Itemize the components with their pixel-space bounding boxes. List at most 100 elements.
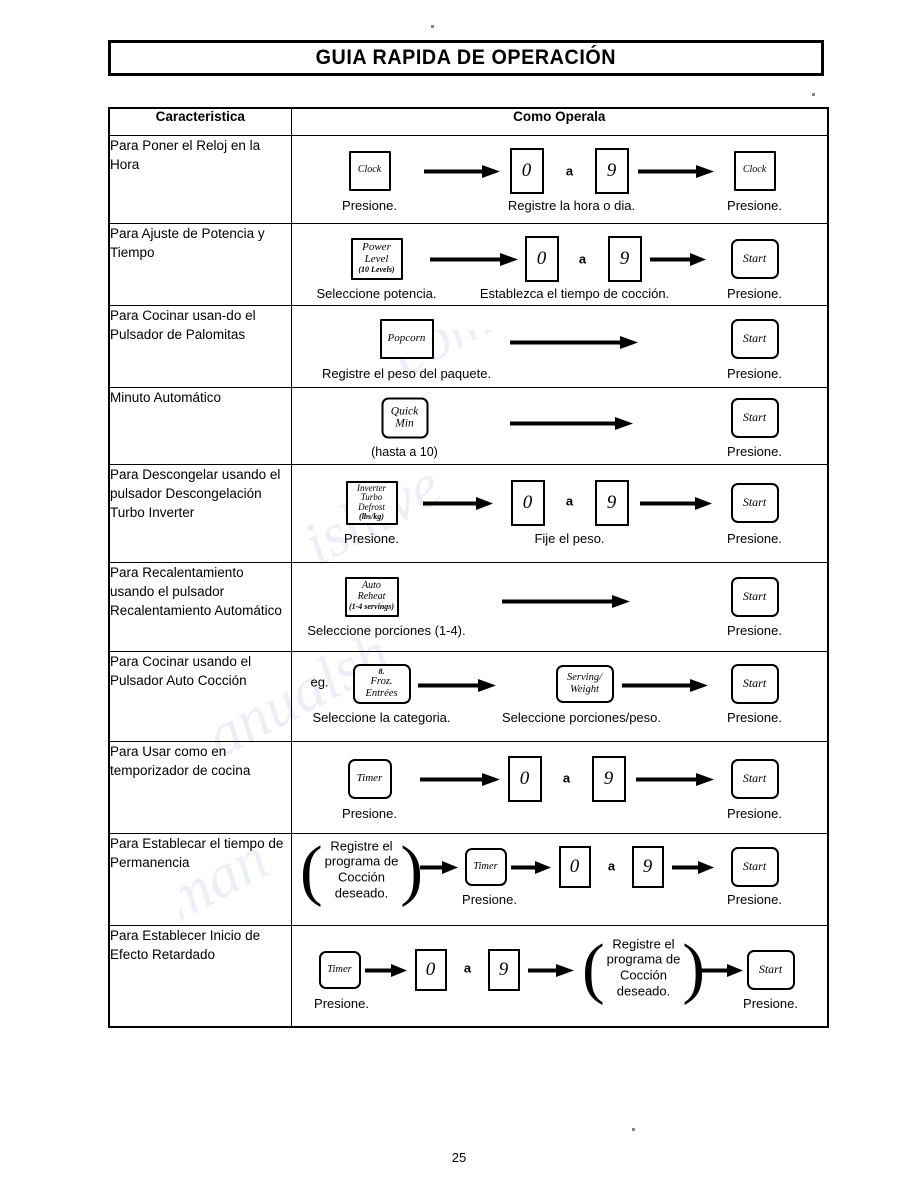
how-to-cell: Clock Presione. 0 a 9 Registre la hora o xyxy=(290,134,829,224)
step-caption: Presione. xyxy=(727,365,782,381)
step-flow: Power Level (10 Levels) Seleccione poten… xyxy=(292,224,828,305)
start-key[interactable]: Start xyxy=(730,576,779,617)
arrow-right-icon xyxy=(509,335,640,349)
arrow-right-icon xyxy=(423,164,502,178)
digit-key-to[interactable]: 9 xyxy=(594,147,629,194)
feature-label: Para Usar como en temporizador de cocina xyxy=(108,740,292,834)
start-key[interactable]: Start xyxy=(730,482,779,523)
arrow-right-icon xyxy=(417,678,498,692)
table-row: Para Cocinar usan-do el Pulsador de Palo… xyxy=(108,304,829,388)
step-caption: Seleccione la categoria. xyxy=(312,709,451,725)
digit-key-to[interactable]: 9 xyxy=(487,948,520,991)
quick-min-key[interactable]: Quick Min xyxy=(381,397,428,438)
arrow-right-icon xyxy=(419,860,460,874)
step-caption: Presione. xyxy=(727,622,782,638)
feature-label: Para Cocinar usan-do el Pulsador de Palo… xyxy=(108,304,292,388)
range-separator: a xyxy=(463,960,472,975)
how-to-cell: Timer Presione. 0 a 9 xyxy=(290,740,829,834)
column-header-feature: Caracteristica xyxy=(108,107,292,136)
range-separator: a xyxy=(562,770,571,785)
digit-key-to[interactable]: 9 xyxy=(631,845,664,888)
table-header-row: Caracteristica Como Operala xyxy=(108,107,829,136)
arrow-right-icon xyxy=(527,963,576,977)
arrow-right-icon xyxy=(621,678,710,692)
digit-key-to[interactable]: 9 xyxy=(607,235,642,282)
step-flow: Quick Min (hasta a 10) Start Presione. xyxy=(292,388,828,464)
clock-key[interactable]: Clock xyxy=(348,150,391,191)
example-label: eg. xyxy=(310,674,329,689)
clock-key[interactable]: Clock xyxy=(733,150,776,191)
digit-key-from[interactable]: 0 xyxy=(510,479,545,526)
serving-weight-key[interactable]: Serving/ Weight xyxy=(555,664,614,703)
frozen-entrees-key[interactable]: 8. Froz. Entrées xyxy=(352,663,411,704)
arrow-right-icon xyxy=(364,963,409,977)
timer-key[interactable]: Timer xyxy=(318,950,361,989)
start-key[interactable]: Start xyxy=(730,663,779,704)
paren-open-icon: ( xyxy=(581,929,605,1006)
timer-key[interactable]: Timer xyxy=(464,847,507,886)
range-separator: a xyxy=(578,251,587,266)
digit-key-from[interactable]: 0 xyxy=(509,147,544,194)
arrow-right-icon xyxy=(637,164,716,178)
start-key[interactable]: Start xyxy=(730,846,779,887)
digit-key-from[interactable]: 0 xyxy=(524,235,559,282)
step-flow: Popcorn Registre el peso del paquete. St… xyxy=(292,306,828,387)
start-key[interactable]: Start xyxy=(730,397,779,438)
feature-label: Para Ajuste de Potencia y Tiempo xyxy=(108,222,292,306)
auto-reheat-key[interactable]: Auto Reheat (1-4 servings) xyxy=(344,576,399,617)
cooking-program-bubble: ( Registre el programa de Cocción deseado. … xyxy=(581,929,705,1006)
step-flow: Timer Presione. 0 a 9 xyxy=(292,742,828,833)
power-level-key[interactable]: Power Level (10 Levels) xyxy=(350,237,403,280)
arrow-right-icon xyxy=(422,496,495,510)
page-title: GUIA RAPIDA DE OPERACIÓN xyxy=(315,46,617,69)
how-to-cell: ( Registre el programa de Cocción deseado. … xyxy=(290,832,829,926)
feature-label: Para Poner el Reloj en la Hora xyxy=(108,134,292,224)
scan-speck xyxy=(812,93,815,96)
column-header-how: Como Operala xyxy=(290,107,829,136)
range-separator: a xyxy=(565,163,574,178)
arrow-right-icon xyxy=(639,496,714,510)
step-caption: Presione. xyxy=(344,530,399,546)
feature-label: Para Cocinar usando el Pulsador Auto Coc… xyxy=(108,650,292,742)
start-key[interactable]: Start xyxy=(730,318,779,359)
step-caption: Presione. xyxy=(727,285,782,301)
arrow-right-icon xyxy=(671,860,716,874)
timer-key[interactable]: Timer xyxy=(347,758,392,799)
feature-label: Para Recalentamiento usando el pulsador … xyxy=(108,561,292,652)
inverter-turbo-defrost-key[interactable]: Inverter Turbo Defrost (lbs/kg) xyxy=(345,480,398,525)
arrow-right-icon xyxy=(649,252,708,266)
how-to-cell: eg. 8. Froz. Entrées Seleccione la categ… xyxy=(290,650,829,742)
table-row: Para Cocinar usando el Pulsador Auto Coc… xyxy=(108,650,829,742)
arrow-right-icon xyxy=(429,252,520,266)
step-caption: Establezca el tiempo de cocción. xyxy=(479,285,670,301)
step-caption: Presione. xyxy=(727,805,782,821)
start-key[interactable]: Start xyxy=(746,949,795,990)
step-caption: Fije el peso. xyxy=(534,530,605,546)
step-flow: Inverter Turbo Defrost (lbs/kg) Presione… xyxy=(292,465,828,562)
step-caption: Presione. xyxy=(727,197,782,213)
digit-key-to[interactable]: 9 xyxy=(591,755,626,802)
digit-key-from[interactable]: 0 xyxy=(414,948,447,991)
arrow-right-icon xyxy=(509,416,635,430)
step-caption: Presione. xyxy=(314,995,369,1011)
start-key[interactable]: Start xyxy=(730,758,779,799)
start-key[interactable]: Start xyxy=(730,238,779,279)
feature-label: Minuto Automático xyxy=(108,386,292,465)
digit-key-from[interactable]: 0 xyxy=(558,845,591,888)
scan-speck xyxy=(431,25,434,28)
digit-key-to[interactable]: 9 xyxy=(594,479,629,526)
digit-key-from[interactable]: 0 xyxy=(507,755,542,802)
page-number: 25 xyxy=(451,1150,467,1165)
step-caption: Seleccione potencia. xyxy=(316,285,437,301)
range-separator: a xyxy=(565,493,574,508)
step-caption: Seleccione porciones (1-4). xyxy=(307,622,466,638)
table-row: Para Recalentamiento usando el pulsador … xyxy=(108,561,829,652)
step-caption: Presione. xyxy=(462,891,517,907)
step-caption: Registre el peso del paquete. xyxy=(321,365,492,381)
step-flow: eg. 8. Froz. Entrées Seleccione la categ… xyxy=(292,652,828,741)
page-title-banner: GUIA RAPIDA DE OPERACIÓN xyxy=(108,40,824,76)
feature-label: Para Descongelar usando el pulsador Desc… xyxy=(108,463,292,563)
how-to-cell: Auto Reheat (1-4 servings) Seleccione po… xyxy=(290,561,829,652)
table-row: Minuto Automático Quick Min (hasta a 10) xyxy=(108,386,829,465)
popcorn-key[interactable]: Popcorn xyxy=(379,318,434,359)
